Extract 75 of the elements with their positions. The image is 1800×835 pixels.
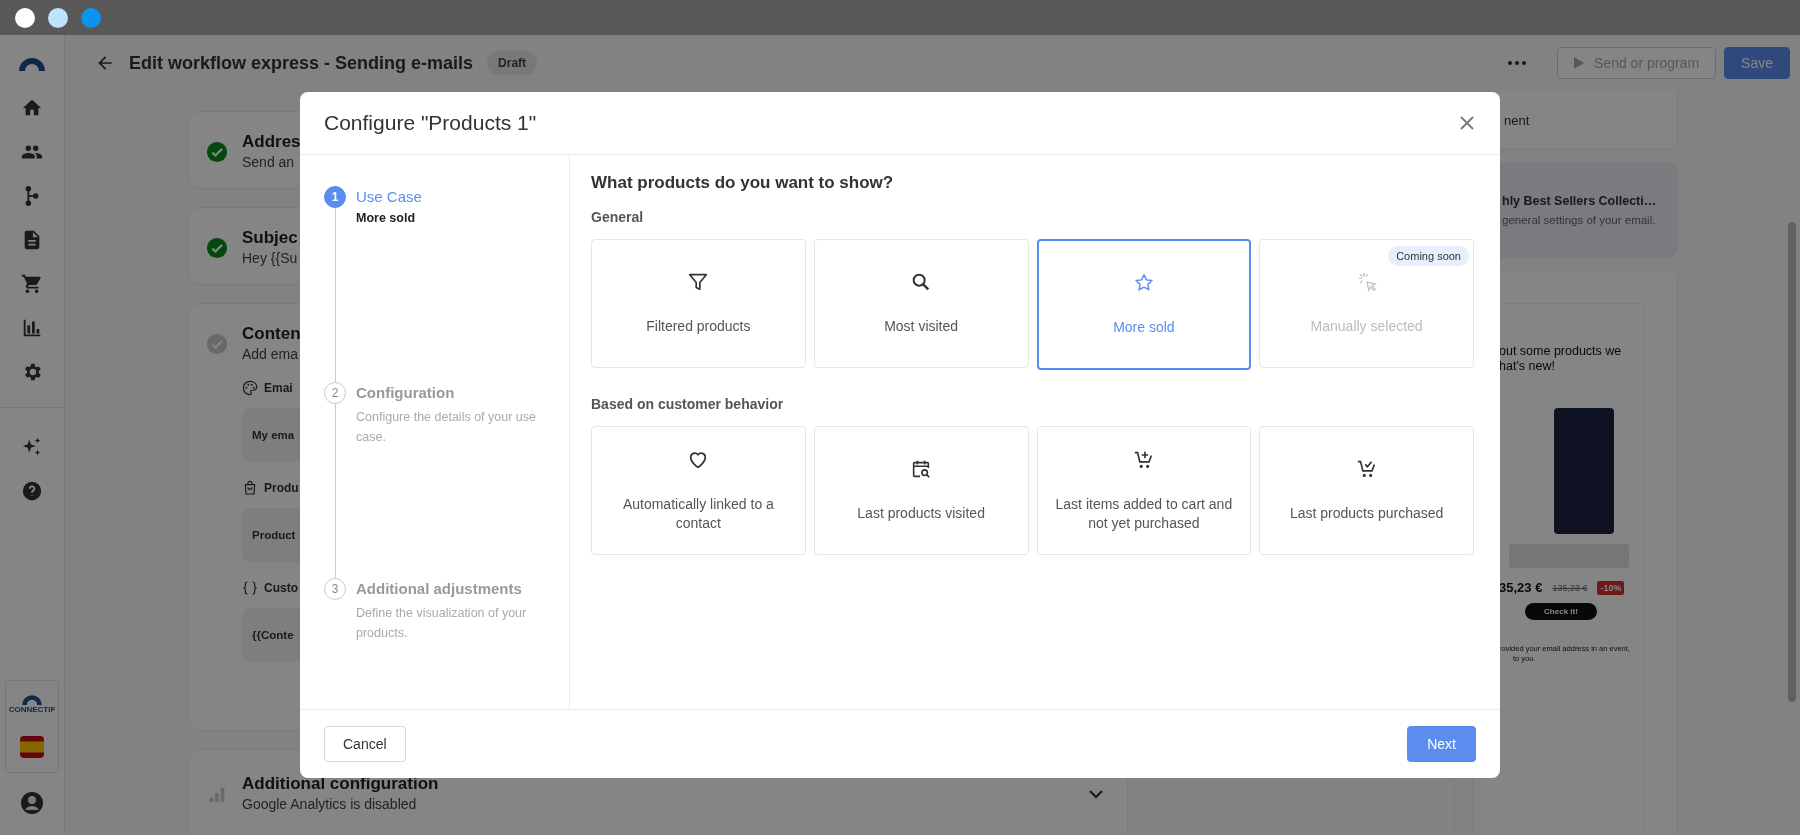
section-title: Subjec (242, 228, 298, 248)
brand-text: CONNECTIF (8, 705, 56, 714)
page-title: Edit workflow express - Sending e-mails (129, 52, 474, 74)
step-title[interactable]: Additional adjustments (356, 580, 546, 597)
group-heading: Based on customer behavior (591, 396, 785, 412)
save-button[interactable]: Save (1724, 47, 1790, 79)
option-card[interactable]: Last items added to cart and not yet purchased (1036, 426, 1252, 555)
option-label: Filtered products (646, 317, 751, 336)
option-label: Last products visited (857, 504, 985, 523)
option-label: Last products purchased (1289, 504, 1444, 523)
braces-icon (242, 580, 258, 596)
section-subtitle: Send an (242, 154, 296, 170)
old-price-text: 135,23 € (1552, 582, 1588, 593)
field-label: Produ (264, 481, 299, 495)
scrollbar-thumb[interactable] (1788, 222, 1796, 702)
more-icon[interactable] (1507, 60, 1527, 66)
template-text: general settings of your email. (1502, 214, 1657, 226)
avatar-icon[interactable] (20, 791, 44, 815)
side-card-text: nent (1504, 112, 1530, 128)
option-card[interactable]: Last products purchased (1259, 426, 1474, 555)
bar-chart-icon[interactable] (21, 317, 43, 339)
next-button[interactable]: Next (1407, 726, 1476, 762)
option-card[interactable]: More sold (1036, 239, 1252, 370)
cart-check-icon (1355, 458, 1378, 480)
palette-icon (242, 380, 258, 396)
template-title: hly Best Sellers Collecti… (1502, 194, 1658, 208)
step-number[interactable]: 1 (324, 186, 346, 208)
sparkle-icon[interactable] (21, 436, 43, 458)
calendar-search-icon (910, 458, 933, 480)
step-number[interactable]: 2 (324, 382, 346, 404)
coming-soon-badge: Coming soon (1388, 246, 1469, 266)
section-title: Additional configuration (242, 774, 439, 794)
preview-text: out some products we hat's new! (1499, 344, 1623, 374)
option-label: More sold (1113, 318, 1175, 337)
play-icon (1574, 57, 1584, 69)
option-label: Manually selected (1310, 317, 1423, 336)
step-title[interactable]: Use Case (356, 188, 546, 205)
shopping-bag-icon (242, 480, 258, 496)
discount-badge: -10% (1597, 580, 1625, 595)
question-heading: What products do you want to show? (591, 173, 895, 193)
section-subtitle: Hey {{Su (242, 250, 298, 266)
window-dot-icon[interactable] (81, 7, 101, 28)
step-title[interactable]: Configuration (356, 384, 546, 401)
help-icon[interactable] (21, 480, 43, 502)
price-text: 35,23 € (1499, 580, 1543, 595)
close-icon[interactable] (1460, 116, 1474, 130)
section-title: Addres (242, 132, 301, 152)
window-dot-icon[interactable] (48, 7, 68, 28)
section-subtitle: Google Analytics is disabled (242, 796, 418, 812)
arc-logo-icon[interactable] (17, 55, 47, 71)
option-card[interactable]: Most visited (813, 239, 1029, 368)
cancel-button[interactable]: Cancel (324, 726, 406, 762)
option-card[interactable]: Filtered products (591, 239, 806, 368)
option-label: Most visited (884, 317, 959, 336)
step-detail: Configure the details of your use case. (356, 409, 537, 446)
step-detail: Define the visualization of your products. (356, 605, 528, 642)
field-label: Custo (264, 581, 298, 595)
chevron-down-icon[interactable] (1089, 790, 1103, 799)
filter-icon (687, 271, 710, 293)
check-it-button[interactable]: Check it! (1525, 603, 1597, 620)
field-label: Emai (264, 381, 293, 395)
option-label: Automatically linked to a contact (621, 494, 775, 533)
status-badge: Draft (487, 51, 538, 75)
arc-logo-icon[interactable] (20, 693, 44, 705)
section-subtitle: Add ema (242, 346, 300, 362)
step-detail: More sold (356, 211, 417, 225)
cart-icon[interactable] (21, 273, 43, 295)
option-label: Last items added to cart and not yet purchased (1054, 494, 1234, 533)
section-title: Conten (242, 324, 301, 344)
group-heading: General (591, 209, 645, 225)
option-card[interactable]: Automatically linked to a contact (591, 426, 806, 555)
window-dot-icon[interactable] (15, 7, 35, 28)
dialog-title: Configure "Products 1" (324, 111, 537, 135)
step-number[interactable]: 3 (324, 578, 346, 600)
option-card[interactable]: Last products visited (813, 426, 1029, 555)
